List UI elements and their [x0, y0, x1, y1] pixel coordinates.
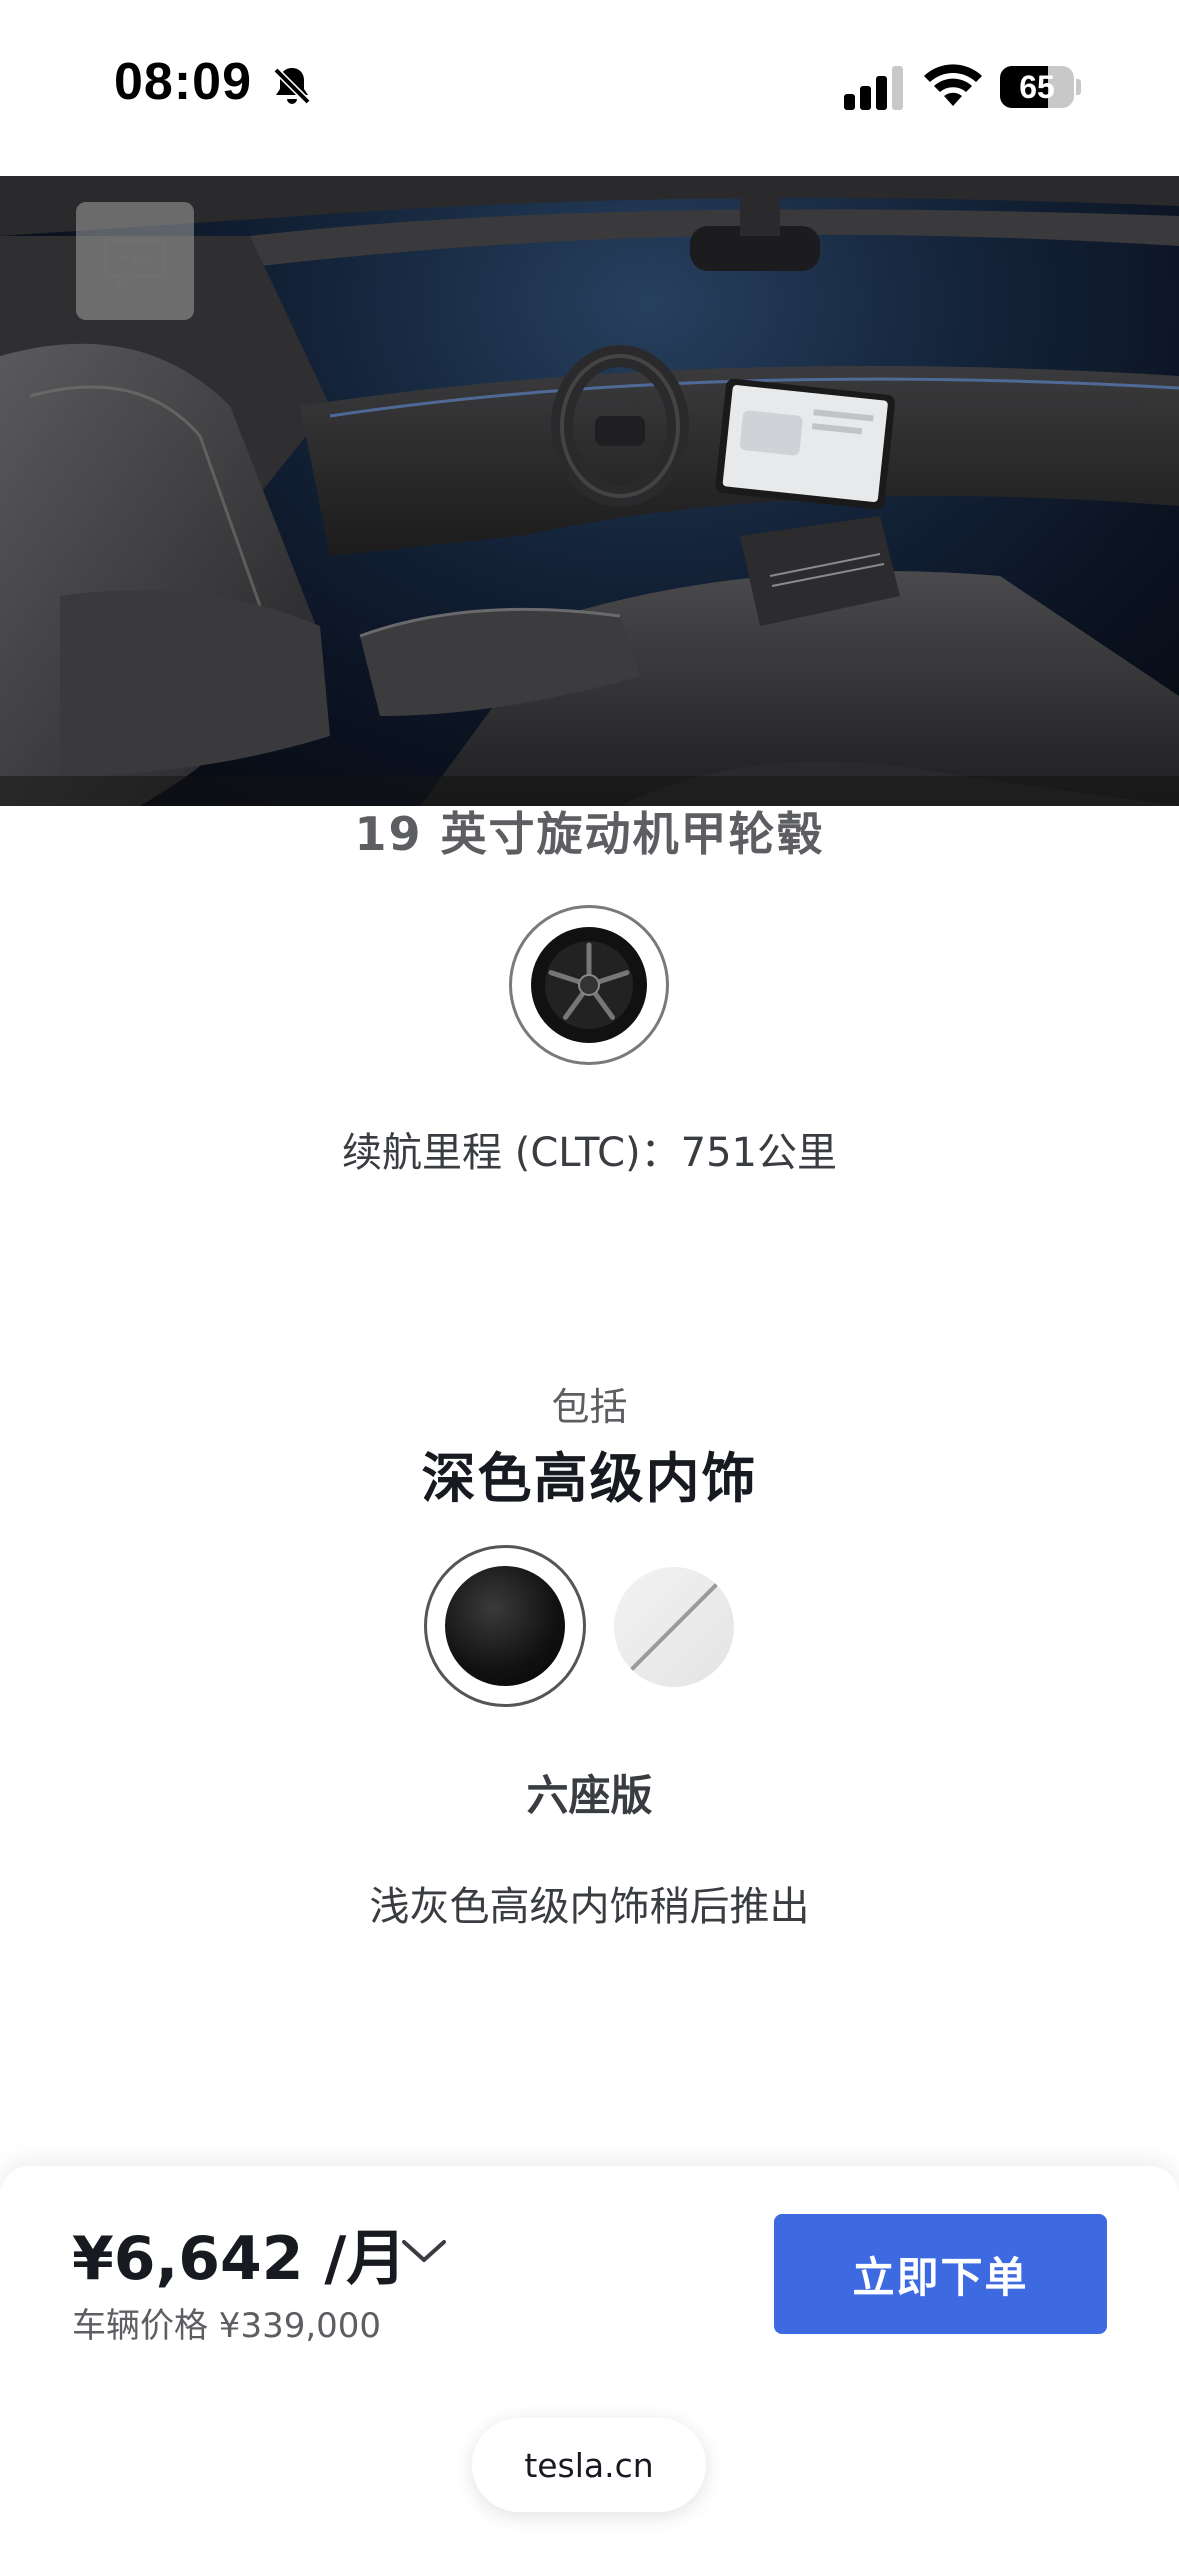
range-text: 续航里程 (CLTC)：751公里 — [342, 1130, 837, 1176]
chat-bubble-icon — [104, 238, 166, 291]
wifi-icon — [924, 64, 982, 106]
chevron-down-icon[interactable] — [398, 2234, 450, 2268]
interior-swatch-light[interactable] — [614, 1567, 734, 1687]
interior-note: 浅灰色高级内饰稍后推出 — [369, 1884, 810, 1930]
interior-title: 深色高级内饰 — [421, 1447, 758, 1510]
interior-swatch-dark[interactable] — [424, 1545, 586, 1707]
monthly-price[interactable]: ¥6,642 /月 — [72, 2210, 406, 2297]
signal-icon — [844, 66, 903, 110]
unavailable-slash-icon — [624, 1577, 724, 1677]
wheel-title: 19 英寸旋动机甲轮毂 — [354, 807, 825, 861]
price-footer: ¥6,642 /月 车辆价格 ¥339,000 立即下单 tesla.cn — [0, 2166, 1179, 2556]
status-bar: 08:09 65 — [0, 0, 1179, 176]
hero-car-interior-image — [0, 176, 1179, 806]
seat-config-label: 六座版 — [526, 1771, 653, 1820]
dark-swatch-fill — [445, 1566, 565, 1686]
wheel-option-19in[interactable] — [509, 905, 669, 1065]
url-bar[interactable]: tesla.cn — [472, 2418, 706, 2512]
wheel-icon — [531, 927, 647, 1043]
battery-icon: 65 — [1000, 66, 1081, 108]
vehicle-price: 车辆价格 ¥339,000 — [72, 2306, 382, 2346]
chat-button[interactable] — [76, 202, 194, 320]
include-label: 包括 — [551, 1385, 628, 1429]
order-now-button[interactable]: 立即下单 — [774, 2214, 1107, 2334]
battery-level: 65 — [1019, 69, 1055, 105]
status-time: 08:09 — [114, 53, 252, 111]
bell-slash-icon — [273, 67, 311, 105]
